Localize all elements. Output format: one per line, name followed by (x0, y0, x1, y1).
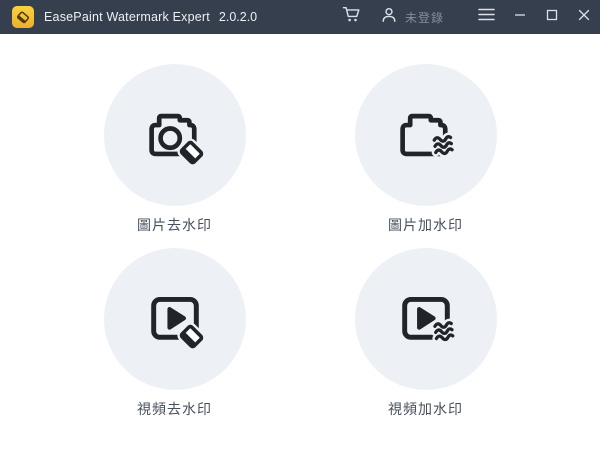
user-icon (380, 6, 398, 29)
camera-eraser-icon (142, 101, 208, 170)
feature-row-bottom: 視頻去水印 (95, 248, 506, 418)
cart-icon (342, 5, 361, 29)
video-add-watermark-button[interactable] (355, 248, 497, 390)
store-cart-button[interactable] (334, 0, 370, 34)
minimize-button[interactable] (504, 0, 536, 34)
video-remove-watermark-button[interactable] (104, 248, 246, 390)
close-icon (578, 8, 590, 26)
window-title: EasePaint Watermark Expert 2.0.2.0 (44, 10, 257, 24)
main-menu-button[interactable] (468, 0, 504, 34)
feature-video-add-watermark: 視頻加水印 (346, 248, 506, 418)
app-version: 2.0.2.0 (219, 10, 257, 24)
app-window: EasePaint Watermark Expert 2.0.2.0 未登錄 (0, 0, 600, 459)
maximize-button[interactable] (536, 0, 568, 34)
hamburger-menu-icon (478, 8, 495, 26)
feature-label: 圖片去水印 (137, 217, 212, 234)
feature-image-add-watermark: 圖片加水印 (346, 64, 506, 234)
app-title: EasePaint Watermark Expert (44, 10, 210, 24)
video-eraser-icon (142, 285, 208, 354)
account-login-button[interactable]: 未登錄 (370, 0, 454, 34)
feature-row-top: 圖片去水印 (95, 64, 506, 234)
maximize-icon (546, 8, 558, 26)
feature-image-remove-watermark: 圖片去水印 (95, 64, 255, 234)
feature-label: 視頻去水印 (137, 401, 212, 418)
image-remove-watermark-button[interactable] (104, 64, 246, 206)
app-logo-icon (12, 6, 34, 28)
main-content: 圖片去水印 (0, 34, 600, 459)
feature-video-remove-watermark: 視頻去水印 (95, 248, 255, 418)
close-button[interactable] (568, 0, 600, 34)
minimize-icon (514, 8, 526, 26)
image-add-watermark-button[interactable] (355, 64, 497, 206)
login-status-label: 未登錄 (405, 9, 444, 26)
video-waves-icon (393, 285, 459, 354)
feature-label: 圖片加水印 (388, 217, 463, 234)
title-bar: EasePaint Watermark Expert 2.0.2.0 未登錄 (0, 0, 600, 34)
feature-label: 視頻加水印 (388, 401, 463, 418)
camera-waves-icon (393, 101, 459, 170)
